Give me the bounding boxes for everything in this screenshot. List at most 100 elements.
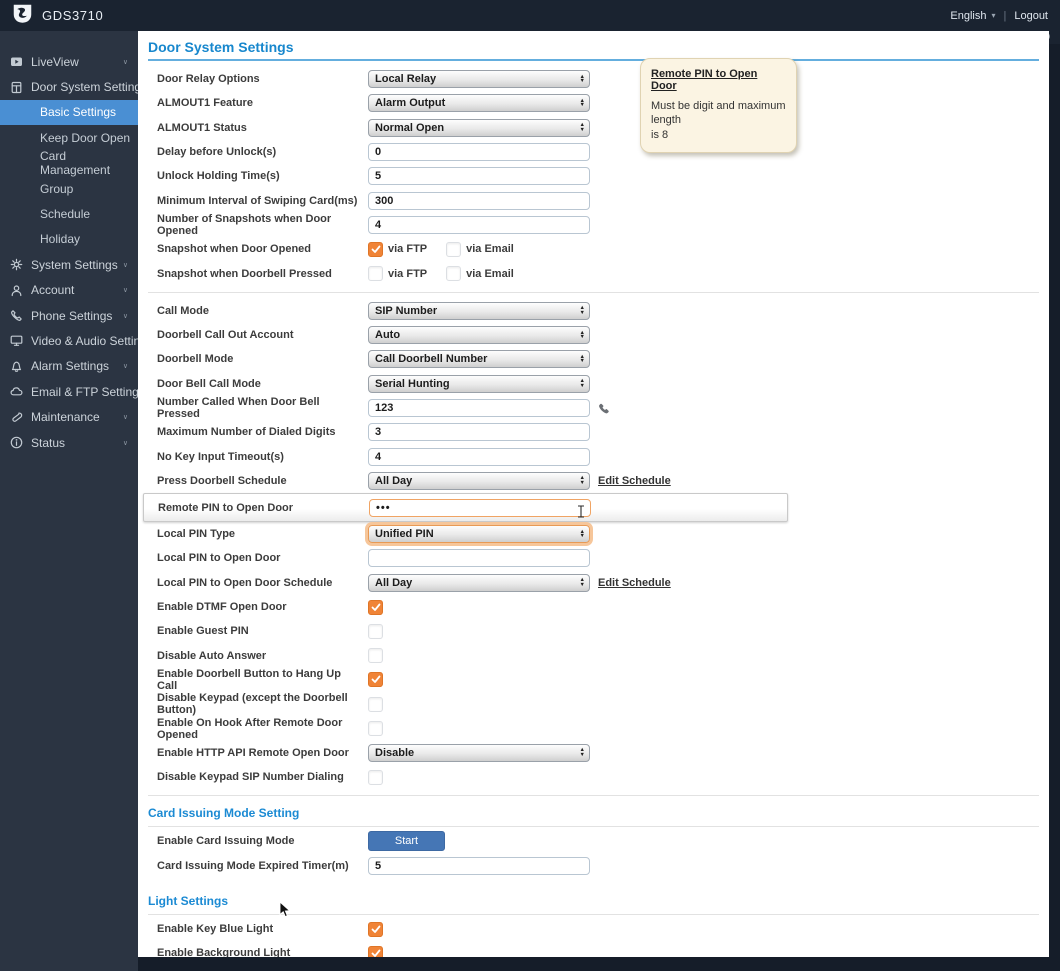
setting-row-number-called-when-door-bell-pressed: Number Called When Door Bell Pressed bbox=[138, 396, 1049, 420]
wrench-icon bbox=[10, 411, 24, 424]
unlock-holding-time-s-input[interactable] bbox=[368, 167, 590, 186]
system-icon bbox=[10, 258, 24, 271]
no-key-input-timeout-s-input[interactable] bbox=[368, 447, 590, 466]
setting-label: Local PIN to Open Door bbox=[157, 552, 281, 565]
setting-label: Disable Auto Answer bbox=[157, 649, 267, 662]
enable-http-api-remote-open-door-select[interactable]: Disable ▲ ▼ bbox=[368, 743, 590, 762]
setting-label: ALMOUT1 Status bbox=[157, 121, 247, 134]
enable-key-blue-light-checkbox[interactable] bbox=[368, 921, 383, 937]
setting-label: Doorbell Call Out Account bbox=[157, 329, 294, 342]
brand: GDS3710 bbox=[12, 3, 103, 29]
disable-keypad-sip-number-dialing-checkbox[interactable] bbox=[368, 769, 383, 785]
chevron-down-icon: ∨ bbox=[122, 363, 128, 371]
doorbell-mode-select[interactable]: Call Doorbell Number ▲ ▼ bbox=[368, 350, 590, 369]
sidebar-subitem-card-management[interactable]: Card Management bbox=[0, 149, 138, 177]
setting-row-door-relay-options: Door Relay Options Local Relay ▲ ▼ bbox=[138, 67, 1049, 91]
start-button[interactable]: Start bbox=[368, 831, 445, 852]
setting-row-snapshot-when-door-opened: Snapshot when Door Opened via FTP via Emai… bbox=[138, 237, 1049, 261]
phone-call-icon[interactable] bbox=[598, 403, 609, 414]
tooltip-title: Remote PIN to Open Door bbox=[651, 68, 758, 92]
language-selector[interactable]: English ▾ bbox=[950, 10, 995, 22]
setting-row-local-pin-to-open-door: Local PIN to Open Door bbox=[138, 546, 1049, 570]
sidebar-subitem-holiday[interactable]: Holiday bbox=[0, 227, 138, 252]
remote-pin-to-open-door-input[interactable] bbox=[369, 498, 591, 517]
settings-form: Door Relay Options Local Relay ▲ ▼ ALMOUT1 F… bbox=[138, 67, 1049, 957]
sidebar-subitem-keep-door-open[interactable]: Keep Door Open bbox=[0, 125, 138, 150]
sidebar-item-alarm-settings[interactable]: Alarm Settings ∨ bbox=[0, 354, 138, 379]
door-relay-options-select[interactable]: Local Relay ▲ ▼ bbox=[368, 70, 590, 89]
setting-row-disable-auto-answer: Disable Auto Answer bbox=[138, 644, 1049, 668]
almout1-status-select[interactable]: Normal Open ▲ ▼ bbox=[368, 118, 590, 137]
setting-label: Remote PIN to Open Door bbox=[158, 501, 294, 514]
tooltip-body: Must be digit and maximum length is 8 bbox=[651, 100, 786, 141]
doorbell-call-out-account-select[interactable]: Auto ▲ ▼ bbox=[368, 326, 590, 345]
local-pin-to-open-door-input[interactable] bbox=[368, 549, 590, 568]
setting-row-doorbell-call-out-account: Doorbell Call Out Account Auto ▲ ▼ bbox=[138, 323, 1049, 347]
setting-label: Local PIN to Open Door Schedule bbox=[157, 576, 333, 589]
setting-label: Enable Key Blue Light bbox=[157, 923, 274, 936]
almout1-feature-select[interactable]: Alarm Output ▲ ▼ bbox=[368, 94, 590, 113]
sidebar: LiveView ∨ Door System Settings∧Basic Sett… bbox=[0, 31, 158, 971]
sidebar-item-status[interactable]: Status ∨ bbox=[0, 430, 138, 455]
snapshot-when-door-opened-via-email-checkbox[interactable] bbox=[446, 241, 462, 257]
setting-row-card-issuing-mode-expired-timer-m: Card Issuing Mode Expired Timer(m) bbox=[138, 854, 1049, 878]
maximum-number-of-dialed-digits-input[interactable] bbox=[368, 423, 590, 442]
setting-label: Local PIN Type bbox=[157, 528, 236, 541]
snapshot-when-doorbell-pressed-via-ftp-checkbox[interactable] bbox=[368, 266, 383, 282]
snapshot-when-doorbell-pressed-via-email-checkbox[interactable] bbox=[446, 266, 462, 282]
phone-icon bbox=[10, 309, 24, 322]
delay-before-unlock-s-input[interactable] bbox=[368, 143, 590, 162]
select-arrows-icon: ▲ ▼ bbox=[579, 577, 585, 588]
snapshot-when-door-opened-via-ftp-checkbox[interactable] bbox=[368, 241, 383, 257]
select-arrows-icon: ▲ ▼ bbox=[579, 305, 585, 316]
edit-schedule-link[interactable]: Edit Schedule bbox=[598, 577, 671, 589]
sidebar-item-liveview[interactable]: LiveView ∨ bbox=[0, 49, 138, 74]
setting-label: Disable Keypad (except the Doorbell Butt… bbox=[157, 692, 348, 717]
card-issuing-mode-expired-timer-m-input[interactable] bbox=[368, 856, 590, 875]
disable-keypad-except-the-doorbell-button-checkbox[interactable] bbox=[368, 696, 383, 712]
sidebar-item-video-audio-settings[interactable]: Video & Audio Settings∨ bbox=[0, 328, 158, 353]
checkbox-label: via FTP bbox=[388, 243, 428, 256]
sidebar-item-label: LiveView bbox=[31, 54, 79, 69]
sidebar-item-system-settings[interactable]: System Settings ∨ bbox=[0, 252, 138, 277]
sidebar-item-door-system-settings[interactable]: Door System Settings∧ bbox=[0, 74, 152, 99]
enable-guest-pin-checkbox[interactable] bbox=[368, 623, 383, 639]
sidebar-item-email-ftp-settings[interactable]: Email & FTP Settings∨ bbox=[0, 379, 150, 404]
number-called-when-door-bell-pressed-input[interactable] bbox=[368, 399, 590, 417]
sidebar-item-maintenance[interactable]: Maintenance ∨ bbox=[0, 404, 138, 429]
checkmark-icon bbox=[371, 245, 381, 254]
minimum-interval-of-swiping-card-ms-input[interactable] bbox=[368, 191, 590, 210]
sidebar-item-phone-settings[interactable]: Phone Settings ∨ bbox=[0, 303, 138, 328]
section-divider bbox=[148, 795, 1039, 797]
number-of-snapshots-when-door-opened-input[interactable] bbox=[368, 215, 590, 234]
brand-logo-icon bbox=[12, 3, 33, 29]
setting-label: ALMOUT1 Feature bbox=[157, 97, 253, 110]
sidebar-subitem-schedule[interactable]: Schedule bbox=[0, 201, 138, 226]
language-label: English bbox=[950, 9, 987, 22]
press-doorbell-schedule-select[interactable]: All Day ▲ ▼ bbox=[368, 471, 590, 490]
setting-row-maximum-number-of-dialed-digits: Maximum Number of Dialed Digits bbox=[138, 420, 1049, 444]
call-mode-select[interactable]: SIP Number ▲ ▼ bbox=[368, 301, 590, 320]
door-bell-call-mode-select[interactable]: Serial Hunting ▲ ▼ bbox=[368, 374, 590, 393]
sidebar-item-account[interactable]: Account ∨ bbox=[0, 278, 138, 303]
sidebar-subitem-group[interactable]: Group bbox=[0, 176, 138, 201]
enable-on-hook-after-remote-door-opened-checkbox[interactable] bbox=[368, 721, 383, 737]
enable-doorbell-button-to-hang-up-call-checkbox[interactable] bbox=[368, 672, 383, 688]
enable-background-light-checkbox[interactable] bbox=[368, 945, 383, 957]
enable-dtmf-open-door-checkbox[interactable] bbox=[368, 599, 383, 615]
setting-row-unlock-holding-time-s: Unlock Holding Time(s) bbox=[138, 164, 1049, 188]
setting-label: Minimum Interval of Swiping Card(ms) bbox=[157, 194, 358, 207]
local-pin-to-open-door-schedule-select[interactable]: All Day ▲ ▼ bbox=[368, 573, 590, 592]
checkmark-icon bbox=[371, 675, 381, 684]
setting-row-snapshot-when-doorbell-pressed: Snapshot when Doorbell Pressed via FTP via… bbox=[138, 261, 1049, 285]
edit-schedule-link[interactable]: Edit Schedule bbox=[598, 475, 671, 487]
setting-label: Enable Background Light bbox=[157, 947, 291, 957]
setting-label: Card Issuing Mode Expired Timer(m) bbox=[157, 859, 349, 872]
setting-row-almout1-feature: ALMOUT1 Feature Alarm Output ▲ ▼ bbox=[138, 91, 1049, 115]
chevron-down-icon: ∨ bbox=[122, 439, 128, 447]
sidebar-subitem-basic-settings[interactable]: Basic Settings bbox=[0, 99, 138, 126]
logout-link[interactable]: Logout bbox=[1014, 10, 1048, 22]
disable-auto-answer-checkbox[interactable] bbox=[368, 648, 383, 664]
setting-row-disable-keypad-sip-number-dialing: Disable Keypad SIP Number Dialing bbox=[138, 765, 1049, 789]
local-pin-type-select[interactable]: Unified PIN ▲ ▼ bbox=[368, 525, 590, 544]
